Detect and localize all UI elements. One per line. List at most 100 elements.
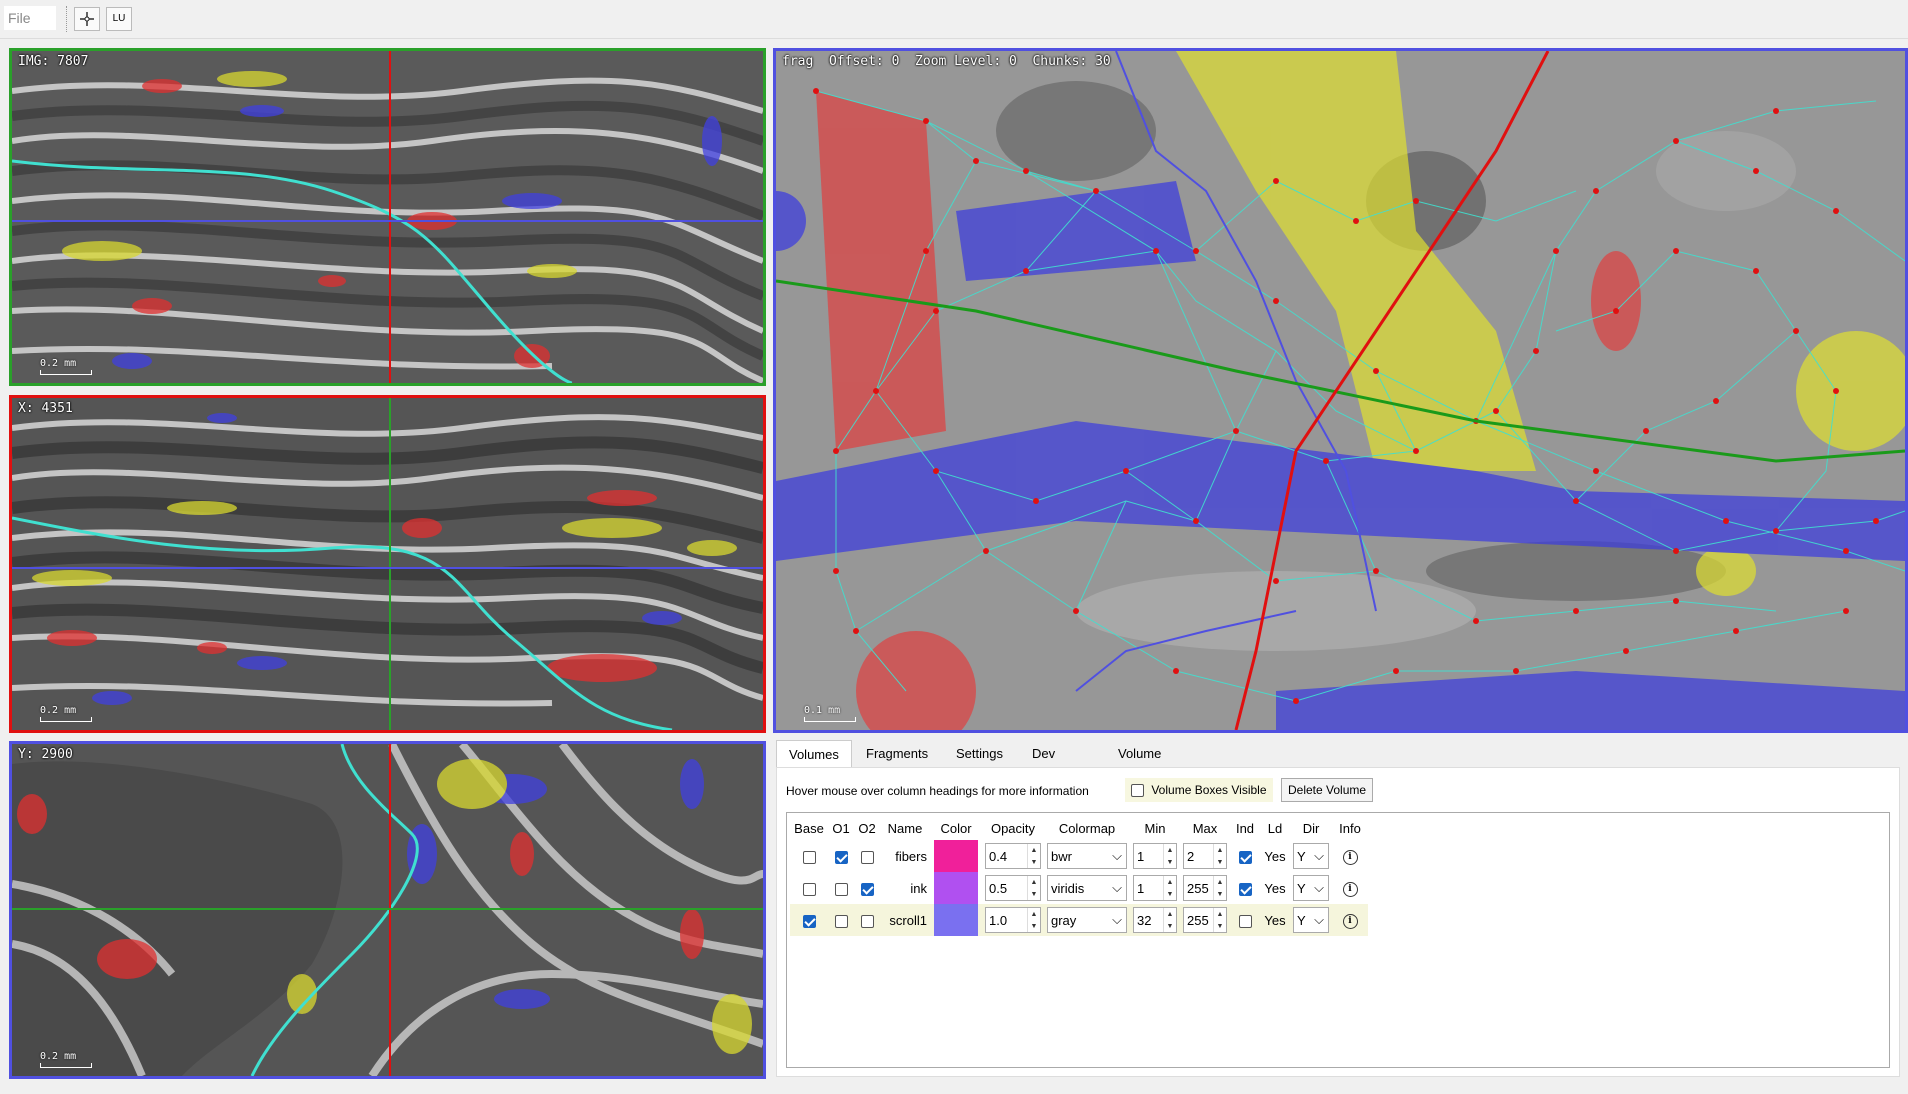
dir-select[interactable]: Y ⌵ (1293, 875, 1329, 901)
min-spinbox[interactable]: 1 ▲ ▼ (1133, 843, 1177, 869)
file-menu[interactable]: File (4, 6, 56, 30)
fragment-scalebar: 0.1 mm (804, 705, 856, 722)
table-row[interactable]: ink 0.5 ▲ ▼ viridis ⌵ 1 ▲ ▼ 255 ▲ ▼ Yes Y ⌵ i (790, 872, 1368, 904)
colormap-select[interactable]: viridis ⌵ (1047, 875, 1127, 901)
chevron-down-icon: ⌵ (1112, 880, 1122, 895)
colormap-select[interactable]: bwr ⌵ (1047, 843, 1127, 869)
max-spinbox[interactable]: 255 ▲ ▼ (1183, 875, 1227, 901)
base-checkbox[interactable] (802, 882, 816, 896)
max-spinbox[interactable]: 2 ▲ ▼ (1183, 843, 1227, 869)
col-colormap[interactable]: Colormap (1044, 816, 1130, 840)
o1-checkbox[interactable] (834, 914, 848, 928)
min-value: 1 (1137, 880, 1145, 896)
tab-fragments[interactable]: Fragments (854, 740, 940, 768)
crosshair-button[interactable] (74, 7, 100, 31)
lu-button[interactable]: LU (106, 7, 132, 31)
max-value: 255 (1187, 912, 1209, 928)
ld-value: Yes (1260, 872, 1290, 904)
y-scale-label: 0.2 mm (40, 1051, 77, 1062)
spin-arrows-icon[interactable]: ▲ ▼ (1027, 908, 1040, 932)
opacity-spinbox[interactable]: 0.4 ▲ ▼ (985, 843, 1041, 869)
fragment-scale-label: 0.1 mm (804, 705, 841, 716)
chevron-down-icon: ⌵ (1112, 848, 1122, 863)
dir-value: Y (1297, 848, 1306, 864)
o2-checkbox[interactable] (860, 850, 874, 864)
colormap-select[interactable]: gray ⌵ (1047, 907, 1127, 933)
fragment-image (776, 51, 1905, 730)
col-min[interactable]: Min (1130, 816, 1180, 840)
col-o1[interactable]: O1 (828, 816, 854, 840)
tab-volume-segmentation[interactable]: Volume Segmentation (1106, 740, 1210, 789)
spin-arrows-icon[interactable]: ▲ ▼ (1163, 844, 1176, 868)
fragment-viewer-label: frag Offset: 0 Zoom Level: 0 Chunks: 30 (782, 54, 1111, 69)
volume-name: fibers (880, 840, 930, 872)
colormap-value: gray (1051, 912, 1077, 928)
spin-arrows-icon[interactable]: ▲ ▼ (1213, 908, 1226, 932)
min-spinbox[interactable]: 32 ▲ ▼ (1133, 907, 1177, 933)
base-checkbox[interactable] (802, 850, 816, 864)
col-color[interactable]: Color (930, 816, 982, 840)
min-spinbox[interactable]: 1 ▲ ▼ (1133, 875, 1177, 901)
opacity-spinbox[interactable]: 0.5 ▲ ▼ (985, 875, 1041, 901)
dir-select[interactable]: Y ⌵ (1293, 843, 1329, 869)
min-value: 32 (1137, 912, 1152, 928)
spin-arrows-icon[interactable]: ▲ ▼ (1213, 844, 1226, 868)
y-viewer-label: Y: 2900 (18, 747, 73, 762)
o2-checkbox[interactable] (860, 882, 874, 896)
volumes-panel: Hover mouse over column headings for mor… (776, 767, 1900, 1077)
col-ld[interactable]: Ld (1260, 816, 1290, 840)
img-scale-label: 0.2 mm (40, 358, 77, 369)
tab-volumes[interactable]: Volumes (776, 740, 852, 768)
img-viewer[interactable]: IMG: 7807 0.2 mm (9, 48, 766, 386)
tab-dev-tools[interactable]: Dev Tools (1020, 740, 1074, 789)
volume-boxes-visible-checkbox[interactable] (1131, 784, 1144, 798)
table-header: Base O1 O2 Name Color Opacity Colormap M… (790, 816, 1368, 840)
col-name[interactable]: Name (880, 816, 930, 840)
spin-arrows-icon[interactable]: ▲ ▼ (1213, 876, 1226, 900)
col-base[interactable]: Base (790, 816, 828, 840)
opacity-value: 0.5 (989, 880, 1008, 896)
col-dir[interactable]: Dir (1290, 816, 1332, 840)
spin-arrows-icon[interactable]: ▲ ▼ (1027, 844, 1040, 868)
col-max[interactable]: Max (1180, 816, 1230, 840)
col-opacity[interactable]: Opacity (982, 816, 1044, 840)
spin-arrows-icon[interactable]: ▲ ▼ (1027, 876, 1040, 900)
info-icon[interactable]: i (1342, 914, 1358, 929)
col-o2[interactable]: O2 (854, 816, 880, 840)
o2-checkbox[interactable] (860, 914, 874, 928)
y-viewer[interactable]: Y: 2900 0.2 mm (9, 741, 766, 1079)
ind-checkbox[interactable] (1238, 914, 1252, 928)
info-icon[interactable]: i (1342, 850, 1358, 865)
hover-hint: Hover mouse over column headings for mor… (786, 784, 1089, 798)
y-slice-image (12, 744, 763, 1076)
col-ind[interactable]: Ind (1230, 816, 1260, 840)
fragment-viewer[interactable]: frag Offset: 0 Zoom Level: 0 Chunks: 30 … (773, 48, 1908, 733)
col-info[interactable]: Info (1332, 816, 1368, 840)
color-swatch[interactable] (934, 840, 978, 872)
o1-checkbox[interactable] (834, 882, 848, 896)
volume-name: scroll1 (880, 904, 930, 936)
opacity-spinbox[interactable]: 1.0 ▲ ▼ (985, 907, 1041, 933)
tab-settings[interactable]: Settings (944, 740, 1015, 768)
spin-arrows-icon[interactable]: ▲ ▼ (1163, 876, 1176, 900)
o1-checkbox[interactable] (834, 850, 848, 864)
dir-value: Y (1297, 880, 1306, 896)
color-swatch[interactable] (934, 872, 978, 904)
ind-checkbox[interactable] (1238, 882, 1252, 896)
volume-boxes-visible-toggle[interactable]: Volume Boxes Visible (1125, 778, 1273, 802)
x-scalebar: 0.2 mm (40, 705, 92, 722)
base-checkbox[interactable] (802, 914, 816, 928)
chevron-down-icon: ⌵ (1314, 912, 1324, 927)
info-icon[interactable]: i (1342, 882, 1358, 897)
delete-volume-button[interactable]: Delete Volume (1281, 778, 1374, 802)
ind-checkbox[interactable] (1238, 850, 1252, 864)
volume-name: ink (880, 872, 930, 904)
table-row[interactable]: fibers 0.4 ▲ ▼ bwr ⌵ 1 ▲ ▼ 2 ▲ ▼ Yes Y ⌵ i (790, 840, 1368, 872)
table-row[interactable]: scroll1 1.0 ▲ ▼ gray ⌵ 32 ▲ ▼ 255 ▲ ▼ Yes Y ⌵ i (790, 904, 1368, 936)
dir-select[interactable]: Y ⌵ (1293, 907, 1329, 933)
x-viewer[interactable]: X: 4351 0.2 mm (9, 395, 766, 733)
color-swatch[interactable] (934, 904, 978, 936)
spin-arrows-icon[interactable]: ▲ ▼ (1163, 908, 1176, 932)
max-spinbox[interactable]: 255 ▲ ▼ (1183, 907, 1227, 933)
ld-value: Yes (1260, 904, 1290, 936)
